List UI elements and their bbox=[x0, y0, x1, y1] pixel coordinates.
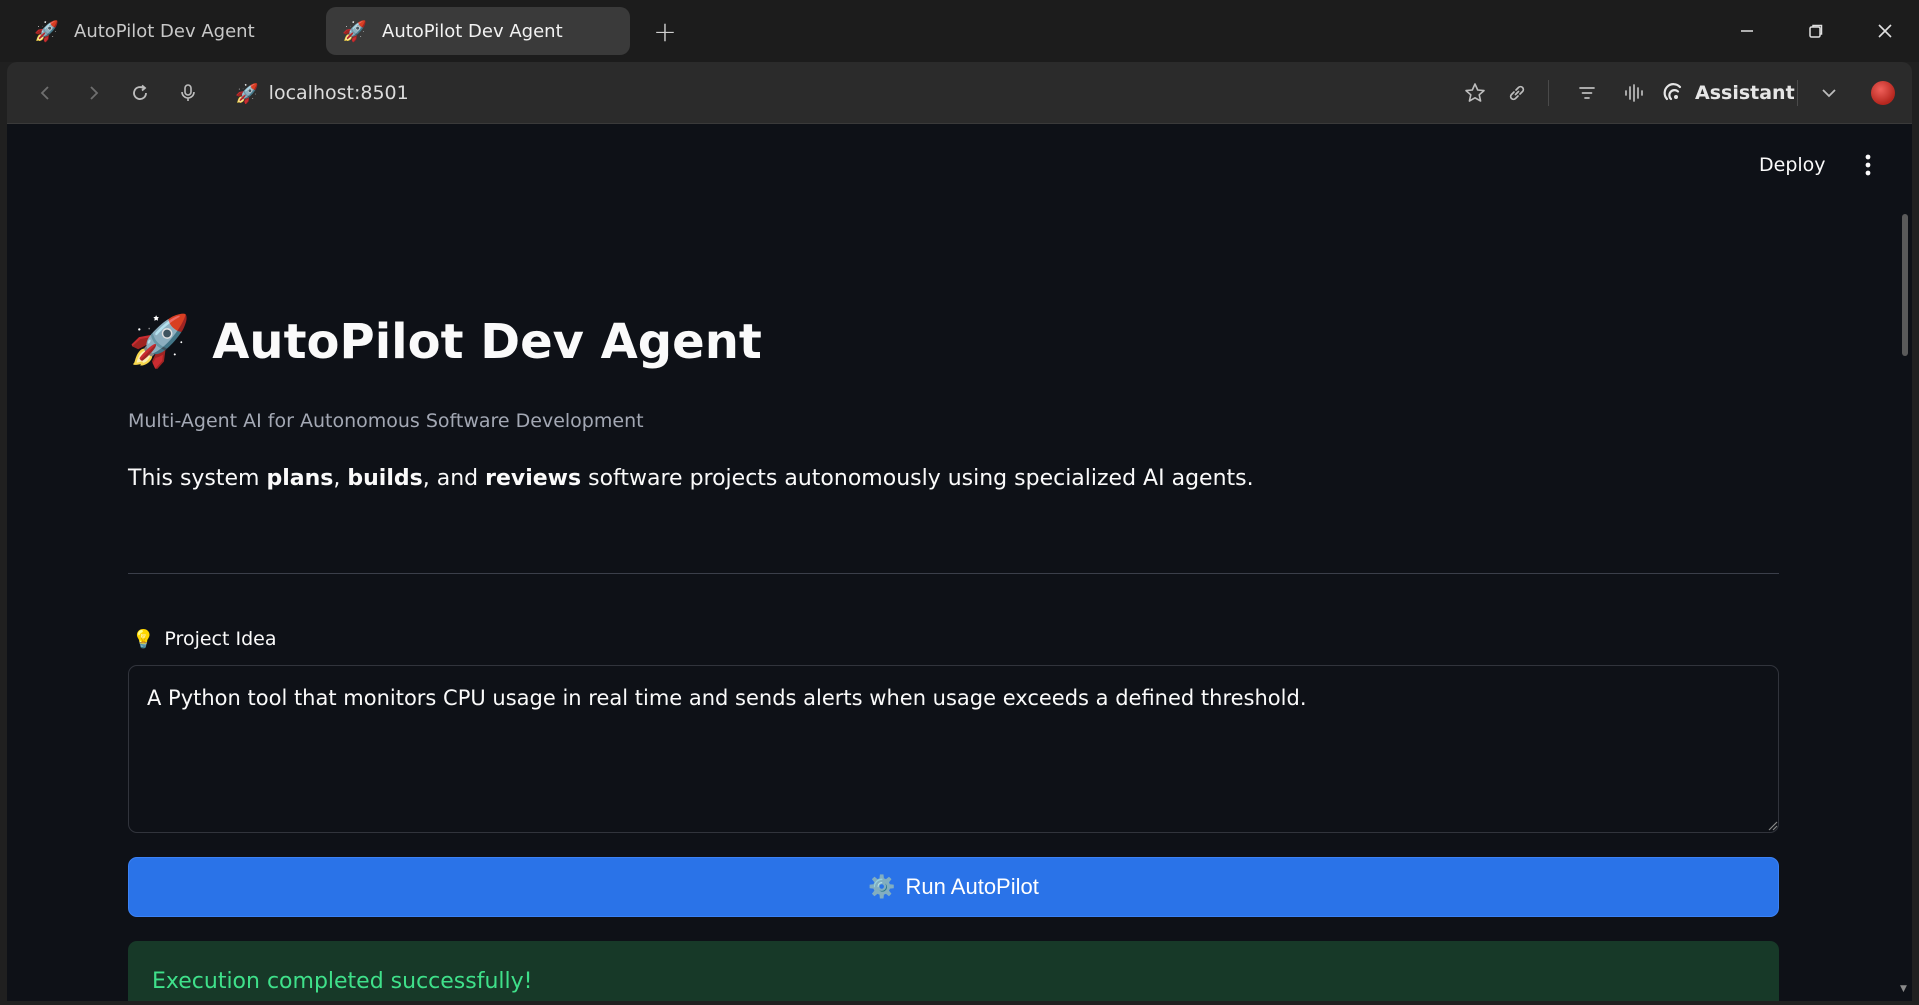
lightbulb-icon: 💡 bbox=[132, 628, 155, 650]
browser-toolbar: 🚀 localhost:8501 Assistant bbox=[7, 62, 1912, 124]
menu-dropdown-button[interactable] bbox=[1812, 76, 1846, 110]
project-idea-label: 💡 Project Idea bbox=[132, 628, 276, 650]
rocket-icon: 🚀 bbox=[34, 19, 59, 43]
minimize-icon bbox=[1741, 30, 1753, 32]
run-autopilot-label: Run AutoPilot bbox=[905, 874, 1039, 899]
url-text: localhost:8501 bbox=[268, 82, 409, 104]
page-description: This system plans, builds, and reviews s… bbox=[128, 466, 1254, 491]
page-subtitle: Multi-Agent AI for Autonomous Software D… bbox=[128, 410, 644, 432]
chevron-left-icon bbox=[40, 86, 49, 100]
description-text: software projects autonomously using spe… bbox=[581, 466, 1254, 491]
description-text: , and bbox=[422, 466, 486, 491]
reader-icon bbox=[1579, 87, 1595, 99]
rocket-icon: 🚀 bbox=[235, 82, 259, 105]
back-button[interactable] bbox=[29, 76, 63, 110]
voice-search-button[interactable] bbox=[171, 76, 205, 110]
rocket-icon: 🚀 bbox=[128, 312, 191, 370]
browser-tab-1[interactable]: 🚀 AutoPilot Dev Agent bbox=[18, 7, 318, 55]
address-bar[interactable]: 🚀 localhost:8501 bbox=[235, 74, 409, 112]
tab-title: AutoPilot Dev Agent bbox=[382, 20, 563, 42]
chevron-down-icon bbox=[1822, 89, 1836, 98]
scroll-down-icon[interactable]: ▼ bbox=[1900, 984, 1907, 994]
restore-icon bbox=[1809, 24, 1823, 38]
description-bold: builds bbox=[347, 466, 423, 491]
browser-titlebar: 🚀 AutoPilot Dev Agent 🚀 AutoPilot Dev Ag… bbox=[0, 0, 1919, 62]
microphone-icon bbox=[181, 84, 195, 101]
main-menu-button[interactable] bbox=[1854, 150, 1882, 180]
bookmark-button[interactable] bbox=[1458, 76, 1492, 110]
link-icon bbox=[1509, 85, 1525, 101]
resize-handle-icon[interactable] bbox=[1768, 821, 1778, 831]
kebab-menu-icon bbox=[1865, 154, 1871, 176]
deploy-button[interactable]: Deploy bbox=[1759, 154, 1826, 176]
share-link-button[interactable] bbox=[1500, 76, 1534, 110]
page-title-text: AutoPilot Dev Agent bbox=[212, 313, 762, 370]
description-bold: plans bbox=[266, 466, 334, 491]
forward-button[interactable] bbox=[76, 76, 110, 110]
reload-button[interactable] bbox=[123, 76, 157, 110]
tab-title: AutoPilot Dev Agent bbox=[74, 20, 255, 42]
star-icon bbox=[1465, 83, 1485, 102]
restore-button[interactable] bbox=[1793, 10, 1839, 52]
description-text: , bbox=[333, 466, 348, 491]
close-icon bbox=[1878, 24, 1892, 38]
assistant-icon bbox=[1663, 83, 1682, 101]
profile-avatar[interactable] bbox=[1871, 81, 1895, 105]
audio-wave-icon bbox=[1625, 84, 1643, 102]
page-viewport: Deploy ▼ 🚀 AutoPilot Dev Agent Multi-Age… bbox=[7, 124, 1912, 1001]
page-title: 🚀 AutoPilot Dev Agent bbox=[128, 312, 762, 371]
toolbar-divider bbox=[1548, 80, 1549, 106]
close-window-button[interactable] bbox=[1862, 10, 1908, 52]
scrollbar-thumb[interactable] bbox=[1902, 214, 1908, 356]
success-alert: Execution completed successfully! bbox=[128, 941, 1779, 1001]
project-idea-label-text: Project Idea bbox=[164, 628, 277, 650]
rocket-icon: 🚀 bbox=[342, 19, 367, 43]
description-text: This system bbox=[128, 466, 267, 491]
chevron-right-icon bbox=[90, 86, 99, 100]
reload-icon bbox=[133, 84, 147, 100]
assistant-button[interactable]: Assistant bbox=[1663, 74, 1795, 112]
minimize-button[interactable] bbox=[1724, 10, 1770, 52]
assistant-label: Assistant bbox=[1695, 82, 1795, 104]
run-autopilot-button[interactable]: ⚙️ Run AutoPilot bbox=[128, 857, 1779, 917]
description-bold: reviews bbox=[485, 466, 582, 491]
new-tab-button[interactable]: + bbox=[648, 14, 682, 48]
section-divider bbox=[128, 573, 1779, 574]
gear-icon: ⚙️ bbox=[868, 874, 896, 899]
reader-mode-button[interactable] bbox=[1570, 76, 1604, 110]
browser-tab-2-active[interactable]: 🚀 AutoPilot Dev Agent bbox=[326, 7, 630, 55]
toolbar-divider bbox=[1797, 80, 1798, 106]
project-idea-input[interactable] bbox=[128, 665, 1779, 833]
audio-button[interactable] bbox=[1617, 76, 1651, 110]
